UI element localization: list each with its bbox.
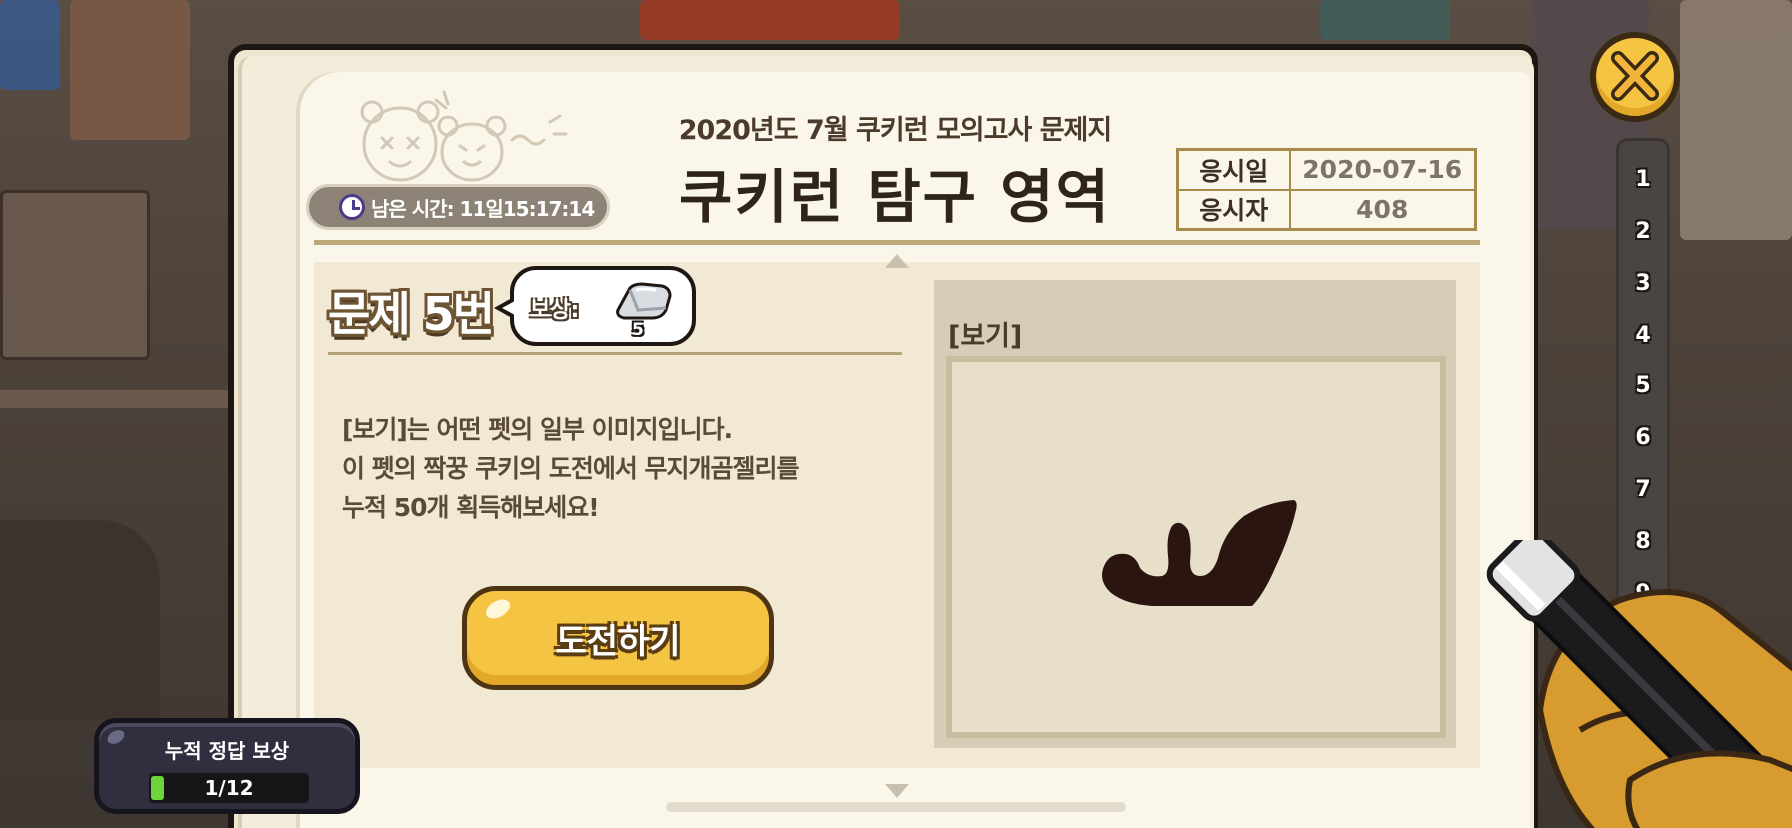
background-sign xyxy=(0,190,150,360)
header-divider xyxy=(314,240,1480,245)
question-list-item[interactable]: 4 xyxy=(1619,323,1667,348)
bogi-label: [보기] xyxy=(948,321,1023,352)
silver-ingot-icon xyxy=(616,282,672,320)
cumulative-progress-text: 1/12 xyxy=(204,776,254,800)
background-poster xyxy=(0,0,60,90)
question-list-item[interactable]: 2 xyxy=(1619,219,1667,244)
bear-doodle-icon xyxy=(360,90,568,182)
examinee-value: 408 xyxy=(1288,188,1477,231)
question-text-line: 누적 50개 획득해보세요! xyxy=(342,493,600,522)
question-text-line: 이 펫의 짝꿍 쿠키의 도전에서 무지개곰젤리를 xyxy=(342,454,800,483)
background-lamp xyxy=(0,520,160,720)
close-icon xyxy=(1611,51,1659,101)
reward-bubble: 보상: 5 xyxy=(494,266,696,346)
question-list-item[interactable]: 5 xyxy=(1619,373,1667,398)
background-poster xyxy=(640,0,900,40)
remaining-time-text: 남은 시간: 11일15:17:14 xyxy=(371,196,595,221)
exam-info-table: 응시일 2020-07-16 응시자 408 xyxy=(1176,148,1477,231)
question-text: [보기]는 어떤 펫의 일부 이미지입니다. 이 펫의 짝꿍 쿠키의 도전에서 … xyxy=(342,410,902,527)
background-shelf xyxy=(0,390,240,408)
horizontal-scrollbar[interactable] xyxy=(666,802,1126,812)
question-number: 문제 5번 xyxy=(328,287,495,341)
exam-date-value: 2020-07-16 xyxy=(1288,148,1477,191)
reward-label: 보상: xyxy=(530,298,580,323)
challenge-button-label: 도전하기 xyxy=(555,621,681,662)
examinee-label: 응시자 xyxy=(1176,188,1291,231)
exam-subtitle: 2020년도 7월 쿠키런 모의고사 문제지 xyxy=(678,115,1112,146)
scroll-up-arrow-icon[interactable] xyxy=(885,254,909,268)
exam-date-label: 응시일 xyxy=(1176,148,1291,191)
question-list-item[interactable]: 3 xyxy=(1619,271,1667,296)
table-row: 응시자 408 xyxy=(1176,188,1477,231)
pet-partial-image xyxy=(1102,500,1297,606)
background-poster xyxy=(70,0,190,140)
remaining-time-badge: 남은 시간: 11일15:17:14 xyxy=(306,184,610,230)
background-poster xyxy=(1680,0,1792,240)
question-list-item[interactable]: 1 xyxy=(1619,167,1667,192)
table-row: 응시일 2020-07-16 xyxy=(1176,148,1477,191)
exam-title: 쿠키런 탐구 영역 xyxy=(679,163,1111,231)
cumulative-reward-title: 누적 정답 보상 xyxy=(164,739,290,763)
clock-icon xyxy=(339,194,365,220)
scroll-down-arrow-icon[interactable] xyxy=(885,784,909,798)
question-text-line: [보기]는 어떤 펫의 일부 이미지입니다. xyxy=(342,415,733,444)
question-list-item[interactable]: 7 xyxy=(1619,477,1667,502)
cumulative-progress-bar: 1/12 xyxy=(149,773,309,803)
question-list-item[interactable]: 6 xyxy=(1619,425,1667,450)
question-divider xyxy=(328,352,902,355)
background-poster xyxy=(1320,0,1450,40)
reward-count: 5 xyxy=(632,320,644,340)
cumulative-reward-box[interactable]: 누적 정답 보상 1/12 xyxy=(94,718,360,814)
challenge-button[interactable]: 도전하기 xyxy=(462,586,774,690)
close-button[interactable] xyxy=(1590,32,1680,122)
hand-with-marker-icon xyxy=(1486,540,1792,828)
